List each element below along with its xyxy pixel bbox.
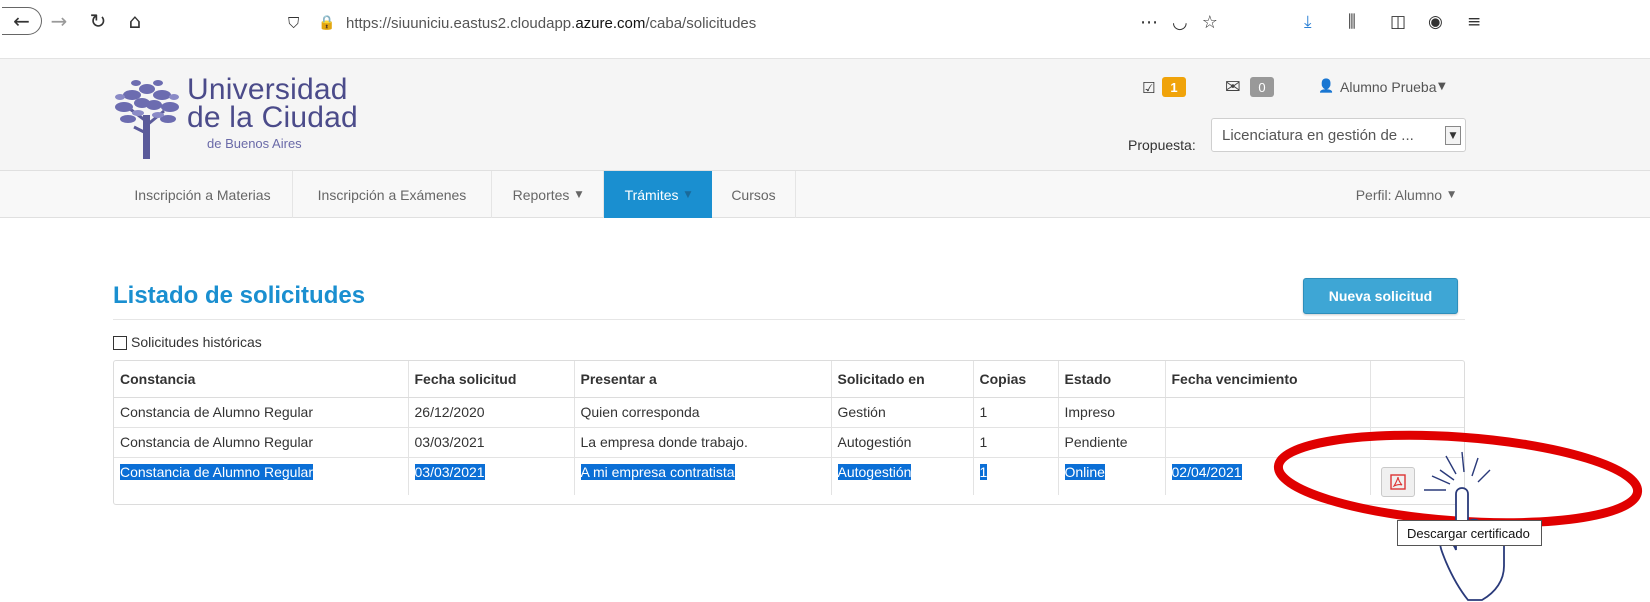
cell: 03/03/2021 [408, 427, 575, 458]
user-menu[interactable]: Alumno Prueba [1340, 79, 1437, 95]
selected-text: 02/04/2021 [1171, 463, 1242, 480]
reload-icon[interactable]: ↻ [86, 8, 110, 34]
address-bar[interactable]: ⛉ 🔒 https://siuuniciu.eastus2.cloudapp.a… [270, 8, 1250, 38]
cell: Gestión [831, 397, 974, 428]
col-copias: Copias [973, 361, 1059, 398]
col-constancia: Constancia [114, 361, 409, 398]
table-row: Constancia de Alumno Regular 03/03/2021 … [114, 427, 1464, 458]
propuesta-value: Licenciatura en gestión de ... [1222, 126, 1414, 144]
caret-down-icon: ▼ [1448, 189, 1455, 200]
lock-icon[interactable]: 🔒 [318, 15, 336, 31]
sidebar-icon[interactable]: ◫ [1390, 12, 1406, 32]
messages-badge[interactable]: 0 [1250, 77, 1274, 97]
tree-logo-icon [115, 80, 179, 159]
main-nav: Inscripción a Materias Inscripción a Exá… [0, 170, 1650, 218]
propuesta-label: Propuesta: [1128, 137, 1196, 153]
logo-subtitle: de Buenos Aires [207, 136, 302, 151]
caret-down-icon: ▼ [575, 189, 583, 200]
user-icon: 👤 [1318, 79, 1335, 94]
menu-icon[interactable]: ≡ [1467, 12, 1481, 32]
back-arrow-icon[interactable]: ← [2, 7, 42, 35]
cell: 26/12/2020 [408, 397, 575, 428]
nav-inscripcion-examenes[interactable]: Inscripción a Exámenes [293, 171, 492, 218]
account-icon[interactable]: ◉ [1428, 12, 1443, 32]
home-icon[interactable]: ⌂ [122, 8, 148, 34]
pocket-icon[interactable]: ◡ [1172, 12, 1188, 33]
table-row: Constancia de Alumno Regular 26/12/2020 … [114, 397, 1464, 428]
nav-label: Cursos [731, 186, 776, 203]
selected-text: 1 [979, 463, 988, 480]
forward-arrow-icon[interactable]: → [47, 8, 71, 34]
nav-label: Inscripción a Materias [134, 186, 271, 203]
col-estado: Estado [1058, 361, 1166, 398]
site-header: Universidad de la Ciudad de Buenos Aires… [0, 58, 1650, 170]
cell: A mi empresa contratista [574, 457, 832, 495]
logo-title-line2: de la Ciudad [187, 101, 358, 134]
mail-icon[interactable]: ✉ [1225, 76, 1241, 98]
cell [1165, 397, 1371, 428]
page-actions: ⋯ ◡ ☆ [1140, 12, 1250, 33]
nav-label: Reportes [512, 186, 570, 203]
download-icon[interactable]: ⤓ [1304, 12, 1312, 32]
selected-text: Constancia de Alumno Regular [120, 463, 314, 480]
shield-icon[interactable]: ⛉ [288, 14, 308, 32]
selected-text: 03/03/2021 [414, 463, 485, 480]
selected-text: Autogestión [837, 463, 912, 480]
cell: 1 [973, 397, 1059, 428]
cell: La empresa donde trabajo. [574, 427, 832, 458]
perfil-label: Perfil: Alumno [1355, 186, 1443, 203]
nav-label: Inscripción a Exámenes [317, 186, 467, 203]
university-logo[interactable]: Universidad de la Ciudad de Buenos Aires [112, 73, 362, 163]
historic-checkbox[interactable] [113, 336, 127, 350]
nav-reportes[interactable]: Reportes ▼ [492, 171, 604, 218]
caret-down-icon[interactable]: ▼ [1438, 81, 1446, 92]
cell: Quien corresponda [574, 397, 832, 428]
col-presentar-a: Presentar a [574, 361, 832, 398]
cell: 1 [973, 427, 1059, 458]
cell: Constancia de Alumno Regular [114, 457, 409, 495]
tasks-badge[interactable]: 1 [1162, 77, 1186, 97]
cell: Impreso [1058, 397, 1166, 428]
caret-down-icon: ▼ [684, 189, 692, 200]
selected-text: Online [1064, 463, 1105, 480]
selected-text: A mi empresa contratista [580, 463, 735, 480]
col-fecha-vencimiento: Fecha vencimiento [1165, 361, 1371, 398]
download-tooltip: Descargar certificado [1397, 520, 1542, 546]
col-solicitado-en: Solicitado en [831, 361, 974, 398]
chevron-down-icon[interactable]: ▼ [1445, 126, 1461, 145]
star-icon[interactable]: ☆ [1202, 12, 1218, 33]
nav-label: Trámites [624, 186, 679, 203]
cell [1370, 397, 1464, 428]
cell: 1 [973, 457, 1059, 495]
nav-inscripcion-materias[interactable]: Inscripción a Materias [113, 171, 293, 218]
library-icon[interactable]: ⫼ [1348, 12, 1356, 32]
browser-toolbar: ← → ↻ ⌂ ⛉ 🔒 https://siuuniciu.eastus2.cl… [0, 0, 1650, 58]
cell: Autogestión [831, 457, 974, 495]
cell: Online [1058, 457, 1166, 495]
table-header-row: Constancia Fecha solicitud Presentar a S… [114, 361, 1464, 398]
historic-label[interactable]: Solicitudes históricas [131, 334, 262, 350]
perfil-menu[interactable]: Perfil: Alumno ▼ [1356, 171, 1455, 218]
cell: Autogestión [831, 427, 974, 458]
divider [113, 319, 1465, 320]
tasks-icon[interactable]: ☑ [1142, 79, 1155, 97]
url-text[interactable]: https://siuuniciu.eastus2.cloudapp.azure… [346, 15, 756, 32]
cell: 03/03/2021 [408, 457, 575, 495]
nav-cursos[interactable]: Cursos [712, 171, 796, 218]
requests-table: Constancia Fecha solicitud Presentar a S… [113, 360, 1465, 505]
more-icon[interactable]: ⋯ [1140, 12, 1158, 33]
col-fecha-solicitud: Fecha solicitud [408, 361, 575, 398]
new-request-button[interactable]: Nueva solicitud [1303, 278, 1458, 314]
table-row: Constancia de Alumno Regular 03/03/2021 … [114, 457, 1464, 495]
propuesta-select[interactable]: Licenciatura en gestión de ... ▼ [1211, 118, 1466, 152]
cell: Constancia de Alumno Regular [114, 427, 409, 458]
cell: Constancia de Alumno Regular [114, 397, 409, 428]
nav-tramites[interactable]: Trámites ▼ [604, 171, 712, 218]
cell: Pendiente [1058, 427, 1166, 458]
col-actions [1370, 361, 1464, 398]
page-title: Listado de solicitudes [113, 282, 366, 309]
